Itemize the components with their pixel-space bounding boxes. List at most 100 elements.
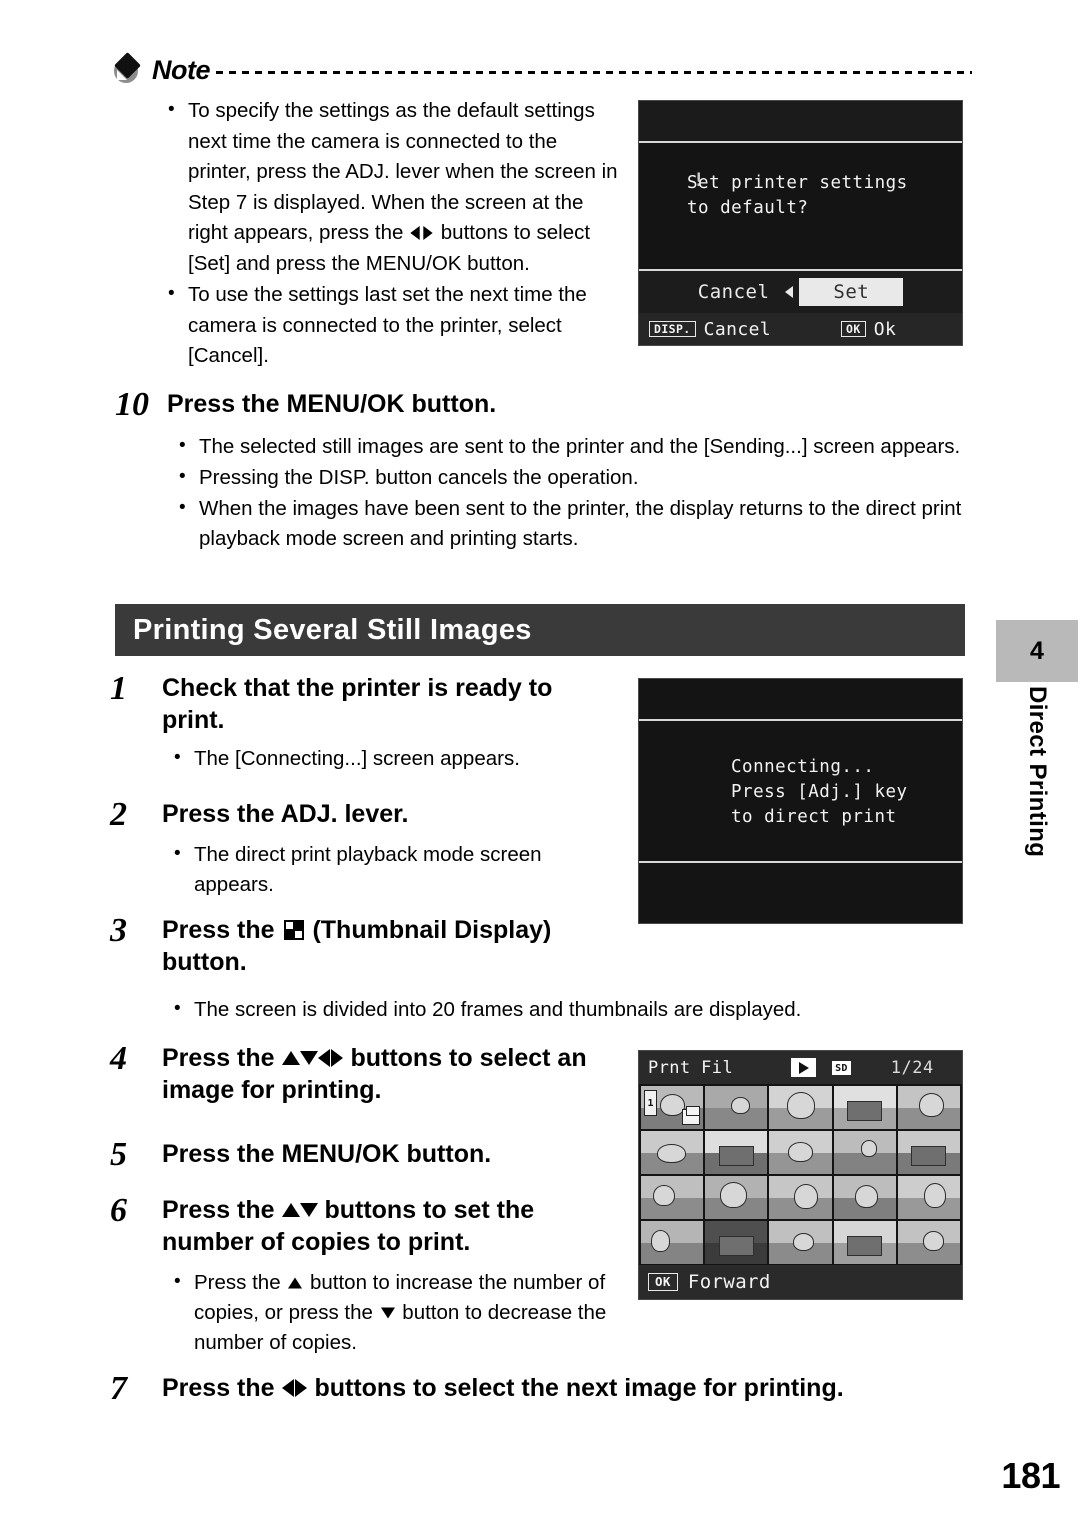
thumbnail-cell[interactable]: [769, 1131, 832, 1174]
lcd-thumbs-counter: 1/24: [890, 1057, 934, 1078]
chapter-number: 4: [1030, 636, 1044, 665]
thumbnail-grid: 1: [641, 1086, 960, 1264]
note-label: Note: [152, 54, 211, 85]
note-bullet-2: To use the settings last set the next ti…: [162, 279, 622, 372]
thumbnail-cell[interactable]: [769, 1086, 832, 1129]
thumbnail-cell[interactable]: [705, 1221, 768, 1264]
thumbnail-subject: [847, 1100, 883, 1122]
step-7-title: Press the buttons to select the next ima…: [162, 1372, 844, 1404]
up-arrow-icon: [281, 1203, 300, 1218]
thumbnail-cell[interactable]: [833, 1221, 896, 1264]
thumbnail-cell[interactable]: [705, 1131, 768, 1174]
step-6-head: 6 Press the buttons to set the number of…: [110, 1194, 630, 1258]
thumbnail-subject: [911, 1145, 947, 1167]
step-10-number: 10: [115, 386, 149, 423]
lcd-connect-line2: Press [Adj.] key: [731, 782, 908, 802]
lcd-set-printer-defaults: ! Set printer settings to default? Cance…: [638, 100, 963, 346]
thumbnail-cell[interactable]: [897, 1086, 960, 1129]
lcd-thumbs-topbar: Prnt Fil SD 1/24: [639, 1051, 962, 1084]
thumbnail-subject: [854, 1184, 879, 1208]
step-7-head: 7 Press the buttons to select the next i…: [110, 1372, 970, 1406]
thumbnail-cell[interactable]: [641, 1131, 704, 1174]
thumbnail-subject: [657, 1143, 686, 1163]
thumbnail-subject: [923, 1182, 947, 1208]
step-1-bullet-1: The [Connecting...] screen appears.: [168, 743, 620, 774]
note-body: To specify the settings as the default s…: [162, 95, 622, 373]
thumbnail-cell[interactable]: [641, 1221, 704, 1264]
step-2-number: 2: [110, 796, 127, 833]
sd-card-icon: SD: [832, 1060, 851, 1075]
disp-key-icon: DISP.: [649, 321, 696, 337]
note-diamond-icon: [112, 52, 142, 85]
thumbnail-cell[interactable]: 1: [641, 1086, 704, 1129]
section-title: Printing Several Still Images: [133, 613, 532, 646]
lcd-bottom-bar: DISP. Cancel OK Ok: [639, 313, 962, 345]
thumbnail-ground: [641, 1243, 704, 1264]
step-4-head: 4 Press the buttons to select an image f…: [110, 1042, 630, 1106]
lcd-option-set[interactable]: Set: [799, 278, 904, 306]
page-number: 181: [1001, 1455, 1060, 1496]
step-1-head: 1 Check that the printer is ready to pri…: [110, 672, 620, 736]
down-arrow-icon: [299, 1203, 318, 1218]
thumbnail-subject: [788, 1142, 813, 1162]
thumbnail-subject: [860, 1140, 878, 1157]
play-icon: [791, 1058, 817, 1077]
step-2-bullet-1: The direct print playback mode screen ap…: [168, 839, 620, 900]
right-arrow-icon: [294, 1379, 307, 1398]
thumbnail-cell[interactable]: [769, 1221, 832, 1264]
thumbnail-cell[interactable]: [705, 1176, 768, 1219]
thumbnail-cell[interactable]: [897, 1131, 960, 1174]
step-2-title: Press the ADJ. lever.: [162, 800, 409, 828]
step-1-title: Check that the printer is ready to print…: [162, 674, 553, 734]
lcd-connect-line1: Connecting...: [731, 757, 875, 777]
thumbnail-cell[interactable]: [833, 1131, 896, 1174]
step-10-bullet-1: The selected still images are sent to th…: [173, 431, 970, 462]
lcd-connect-divider-top: [639, 719, 962, 721]
thumbnail-cell[interactable]: [705, 1086, 768, 1129]
step-3: 3 Press the (Thumbnail Display) button.: [110, 914, 620, 978]
disp-key-label: Cancel: [703, 318, 772, 340]
manual-page: Note To specify the settings as the defa…: [0, 0, 1080, 1521]
lcd-option-cancel[interactable]: Cancel: [698, 281, 770, 303]
chapter-title: Direct Printing: [1024, 686, 1051, 858]
lcd-connect-message: Connecting... Press [Adj.] key to direct…: [731, 755, 908, 830]
note-bullet-1: To specify the settings as the default s…: [162, 95, 622, 279]
chapter-side-tab: 4 Direct Printing: [996, 620, 1078, 910]
step-10-title: Press the MENU/OK button.: [167, 390, 497, 418]
up-arrow-icon: [281, 1051, 300, 1066]
thumbnail-cell[interactable]: [897, 1176, 960, 1219]
step-4: 4 Press the buttons to select an image f…: [110, 1042, 630, 1106]
thumbnail-subject: [718, 1235, 754, 1257]
step-5-number: 5: [110, 1136, 127, 1173]
lcd-thumbs-title: Prnt Fil: [648, 1057, 734, 1078]
thumbnail-cell[interactable]: [833, 1086, 896, 1129]
step-2: 2 Press the ADJ. lever. The direct print…: [110, 798, 620, 901]
thumbnail-subject: [659, 1093, 685, 1117]
step-7-title-a: Press the: [162, 1374, 282, 1402]
step-6-title: Press the buttons to set the number of c…: [162, 1194, 630, 1258]
step-6-number: 6: [110, 1192, 127, 1229]
step-6: 6 Press the buttons to set the number of…: [110, 1194, 630, 1359]
step-10-bullet-3: When the images have been sent to the pr…: [173, 493, 970, 554]
step-2-head: 2 Press the ADJ. lever.: [110, 798, 620, 832]
thumbnail-cell[interactable]: [897, 1221, 960, 1264]
down-arrow-icon: [299, 1051, 318, 1066]
thumbnail-subject: [731, 1097, 750, 1115]
thumbnail-cell[interactable]: [833, 1176, 896, 1219]
thumbnail-subject: [718, 1145, 754, 1167]
step-3-head: 3 Press the (Thumbnail Display) button.: [110, 914, 620, 978]
thumbnail-subject: [653, 1184, 675, 1207]
thumbnail-display-icon: [283, 919, 304, 940]
step-5-title: Press the MENU/OK button.: [162, 1140, 492, 1168]
thumbnail-cell[interactable]: [769, 1176, 832, 1219]
note-header: Note: [112, 50, 972, 90]
step-5-head: 5 Press the MENU/OK button.: [110, 1138, 630, 1172]
step-10-head: 10 Press the MENU/OK button.: [115, 388, 970, 422]
right-arrow-icon: [330, 1049, 343, 1068]
ok-key-icon: OK: [841, 321, 866, 337]
step-4-title-a: Press the: [162, 1044, 282, 1072]
thumbnail-subject: [918, 1092, 944, 1117]
thumbnail-cell[interactable]: [641, 1176, 704, 1219]
thumbnail-subject: [922, 1231, 944, 1252]
left-caret-icon: [785, 286, 794, 298]
